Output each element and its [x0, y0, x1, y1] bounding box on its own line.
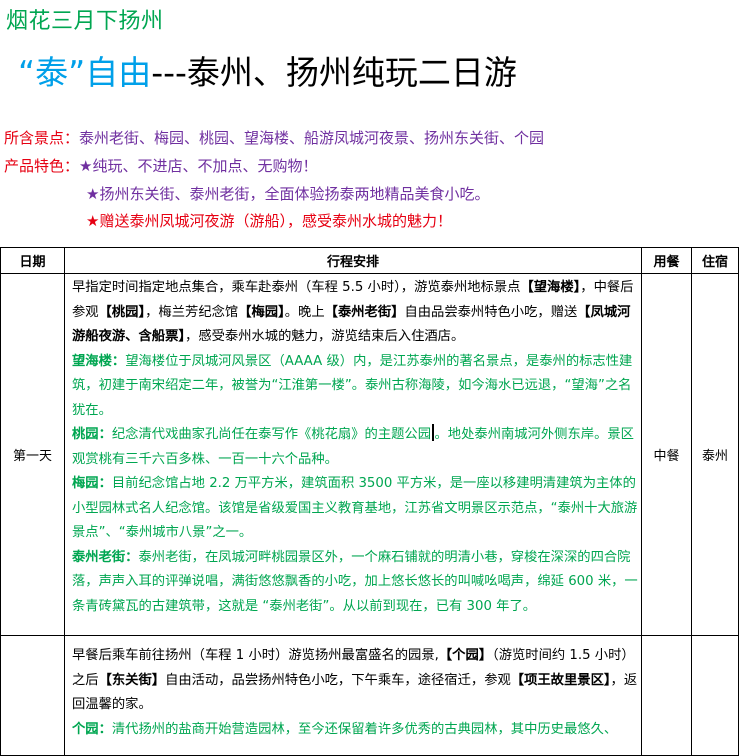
header-schedule: 行程安排 [64, 247, 642, 274]
day2-geyuan: 个园：清代扬州的盐商开始营造园林，至今还保留着许多优秀的古典园林，其中历史最悠久… [72, 721, 618, 737]
day1-meiyuan: 梅园：目前纪念馆占地 2.2 万平方米，建筑面积 3500 平方米，是一座以移建… [72, 476, 638, 540]
day1-taoyuan: 桃园：纪念清代戏曲家孔尚任在泰写作《桃花扇》的主题公园 。地处泰州南城河外侧东岸。… [72, 423, 638, 472]
day2-date [0, 635, 65, 756]
feature-label: 产品特色： [4, 157, 80, 175]
spots-label: 所含景点： [4, 129, 80, 147]
day1-date: 第一天 [0, 273, 65, 636]
title-rest: ---泰州、扬州纯玩二日游 [151, 53, 517, 92]
day1-schedule: 早指定时间指定地点集合，乘车赴泰州（车程 5.5 小时），游览泰州地标景点【望海… [64, 273, 642, 636]
day1-wanghailou: 望海楼：望海楼位于凤城河风景区（AAAA 级）内，是江苏泰州的著名景点，是泰州的… [72, 353, 633, 418]
header-meal: 用餐 [641, 247, 692, 274]
brand-subtitle: 烟花三月下扬州 [6, 9, 164, 34]
day1-stay: 泰州 [691, 273, 739, 636]
page-title: “泰”自由---泰州、扬州纯玩二日游 [18, 46, 517, 94]
day2-stay [691, 635, 739, 756]
day2-schedule: 早餐后乘车前往扬州（车程 1 小时）游览扬州最富盛名的园景,【个园】（游览时间约… [64, 635, 642, 756]
feature-1: ★纯玩、不进店、不加点、无购物！ [79, 157, 318, 175]
header-stay: 住宿 [691, 247, 739, 274]
day2-meal [641, 635, 692, 756]
feature-3: ★赠送泰州凤城河夜游（游船），感受泰州水城的魅力！ [86, 212, 452, 230]
title-quote: “泰”自由 [18, 53, 152, 92]
spots-list: 泰州老街、梅园、桃园、望海楼、船游凤城河夜景、扬州东关街、个园 [79, 129, 545, 147]
table-header-row: 日期 行程安排 用餐 住宿 [0, 247, 739, 274]
table-row-day2: 早餐后乘车前往扬州（车程 1 小时）游览扬州最富盛名的园景,【个园】（游览时间约… [0, 635, 739, 756]
day1-laojie: 泰州老街：泰州老街，在凤城河畔桃园景区外，一个麻石铺就的明清小巷，穿梭在深深的四… [72, 549, 638, 614]
header-date: 日期 [0, 247, 65, 274]
day1-overview: 早指定时间指定地点集合，乘车赴泰州（车程 5.5 小时），游览泰州地标景点【望海… [72, 280, 634, 344]
day2-overview: 早餐后乘车前往扬州（车程 1 小时）游览扬州最富盛名的园景,【个园】（游览时间约… [72, 648, 638, 712]
day1-meal: 中餐 [641, 273, 692, 636]
table-row-day1: 第一天 早指定时间指定地点集合，乘车赴泰州（车程 5.5 小时），游览泰州地标景… [0, 273, 739, 636]
feature-2: ★扬州东关街、泰州老街，全面体验扬泰两地精品美食小吃。 [86, 185, 490, 203]
feature-line-1: 产品特色：★纯玩、不进店、不加点、无购物！ [4, 155, 317, 176]
spots-line: 所含景点：泰州老街、梅园、桃园、望海楼、船游凤城河夜景、扬州东关街、个园 [4, 127, 544, 148]
text-cursor [432, 424, 434, 441]
itinerary-table: 日期 行程安排 用餐 住宿 第一天 早指定时间指定地点集合，乘车赴泰州（车程 5… [0, 247, 739, 756]
